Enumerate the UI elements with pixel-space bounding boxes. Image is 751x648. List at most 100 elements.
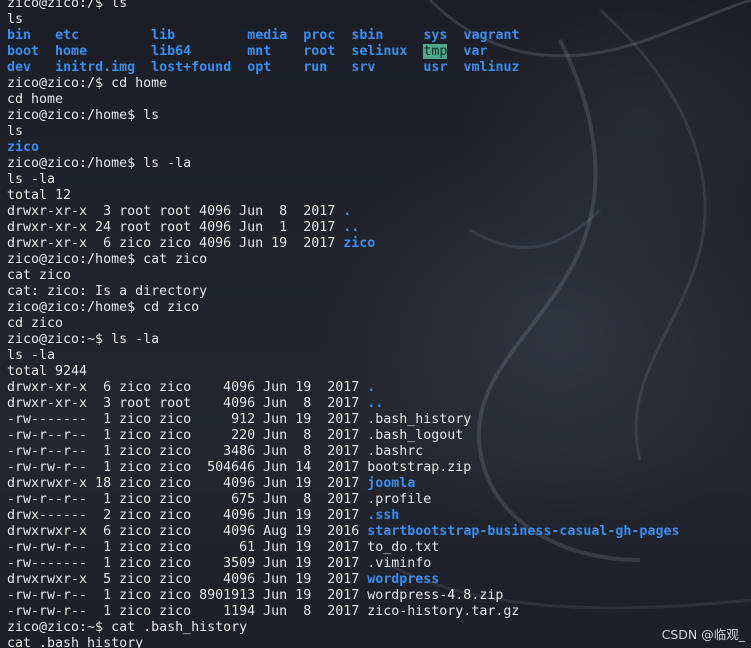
terminal-text: -rw-rw-r-- 1 zico zico 1194 Jun 8 2017 z… xyxy=(7,604,520,619)
terminal-line: bin etc lib media proc sbin sys vagrant xyxy=(7,28,679,44)
terminal-text: drwxr-xr-x 24 root root 4096 Jun 1 2017 xyxy=(7,220,344,235)
directory-entry: lib xyxy=(151,28,176,43)
terminal-line: ls -la xyxy=(7,172,679,188)
directory-entry: vmlinuz xyxy=(463,60,520,75)
terminal-line: -rw-r--r-- 1 zico zico 220 Jun 8 2017 .b… xyxy=(7,428,679,444)
terminal-text: cat: zico: Is a directory xyxy=(7,284,208,299)
directory-entry: selinux xyxy=(351,44,408,59)
terminal-text: -rw-rw-r-- 1 zico zico 8901913 Jun 19 20… xyxy=(7,588,504,603)
directory-entry: run xyxy=(303,60,328,75)
terminal-text: -rw-r--r-- 1 zico zico 675 Jun 8 2017 .p… xyxy=(7,492,432,507)
terminal-line: zico@zico:/home$ ls -la xyxy=(7,156,679,172)
terminal-text: zico@zico:~$ cat .bash_history xyxy=(7,620,248,635)
terminal-text: -rw------- 1 zico zico 3509 Jun 19 2017 … xyxy=(7,556,432,571)
terminal-line: total 9244 xyxy=(7,364,679,380)
directory-entry: srv xyxy=(351,60,376,75)
directory-entry: lost+found xyxy=(151,60,232,75)
terminal-line: cat zico xyxy=(7,268,679,284)
terminal-text: -rw-rw-r-- 1 zico zico 504646 Jun 14 201… xyxy=(7,460,472,475)
terminal-line: -rw-r--r-- 1 zico zico 3486 Jun 8 2017 .… xyxy=(7,444,679,460)
terminal-line: zico@zico:~$ ls -la xyxy=(7,332,679,348)
terminal-window[interactable]: zico@zico:/$ ls ls bin etc lib media proc … xyxy=(0,0,751,648)
terminal-line: drwxrwxr-x 6 zico zico 4096 Aug 19 2016 … xyxy=(7,524,679,540)
terminal-text: -rw-r--r-- 1 zico zico 220 Jun 8 2017 .b… xyxy=(7,428,464,443)
terminal-line: cat .bash_history xyxy=(7,636,679,648)
directory-entry: root xyxy=(303,44,336,59)
terminal-line: drwxrwxr-x 18 zico zico 4096 Jun 19 2017… xyxy=(7,476,679,492)
terminal-line: zico@zico:/$ cd home xyxy=(7,76,679,92)
terminal-text: total 9244 xyxy=(7,364,88,379)
directory-entry: bin xyxy=(7,28,32,43)
terminal-text: ls -la xyxy=(7,348,56,363)
terminal-line: cd home xyxy=(7,92,679,108)
terminal-text: drwxrwxr-x 5 zico zico 4096 Jun 19 2017 xyxy=(7,572,368,587)
directory-entry: joomla xyxy=(367,476,416,491)
terminal-text: cd home xyxy=(7,92,64,107)
terminal-line: -rw-r--r-- 1 zico zico 675 Jun 8 2017 .p… xyxy=(7,492,679,508)
directory-entry: opt xyxy=(247,60,272,75)
terminal-text: cat zico xyxy=(7,268,72,283)
terminal-line: ls xyxy=(7,12,679,28)
terminal-text: drwxrwxr-x 6 zico zico 4096 Aug 19 2016 xyxy=(7,524,368,539)
terminal-line: drwxr-xr-x 3 root root 4096 Jun 8 2017 . xyxy=(7,204,679,220)
terminal-line: drwxrwxr-x 5 zico zico 4096 Jun 19 2017 … xyxy=(7,572,679,588)
directory-entry: usr xyxy=(423,60,448,75)
highlighted-directory-entry: tmp xyxy=(423,44,448,59)
directory-entry: home xyxy=(55,44,88,59)
terminal-text: zico@zico:~$ ls -la xyxy=(7,332,160,347)
directory-entry: zico xyxy=(343,236,376,251)
terminal-text: zico@zico:/$ cd home xyxy=(7,76,168,91)
terminal-text: drwxr-xr-x 6 zico zico 4096 Jun 19 2017 xyxy=(7,380,368,395)
terminal-text: cat .bash_history xyxy=(7,636,144,648)
terminal-line: cat: zico: Is a directory xyxy=(7,284,679,300)
terminal-line: drwxr-xr-x 6 zico zico 4096 Jun 19 2017 … xyxy=(7,236,679,252)
terminal-text: zico@zico:/home$ ls xyxy=(7,108,160,123)
csdn-watermark: CSDN @临观_ xyxy=(661,627,745,642)
terminal-text: zico@zico:/$ ls xyxy=(7,0,128,11)
terminal-text: -rw-r--r-- 1 zico zico 3486 Jun 8 2017 .… xyxy=(7,444,424,459)
terminal-text: drwxr-xr-x 6 zico zico 4096 Jun 19 2017 xyxy=(7,236,344,251)
directory-entry: sys xyxy=(423,28,448,43)
terminal-line: -rw-rw-r-- 1 zico zico 61 Jun 19 2017 to… xyxy=(7,540,679,556)
terminal-line: total 12 xyxy=(7,188,679,204)
directory-entry: lib64 xyxy=(151,44,192,59)
directory-entry: media xyxy=(247,28,288,43)
directory-entry: . xyxy=(343,204,352,219)
directory-entry: dev xyxy=(7,60,32,75)
terminal-line: ls -la xyxy=(7,348,679,364)
terminal-text: drwxr-xr-x 3 root root 4096 Jun 8 2017 xyxy=(7,204,344,219)
directory-entry: etc xyxy=(55,28,80,43)
terminal-text: drwx------ 2 zico zico 4096 Jun 19 2017 xyxy=(7,508,368,523)
directory-entry: .. xyxy=(343,220,360,235)
directory-entry: wordpress xyxy=(367,572,440,587)
terminal-line: zico@zico:/home$ cat zico xyxy=(7,252,679,268)
terminal-line: zico@zico:/home$ cd zico xyxy=(7,300,679,316)
terminal-line: boot home lib64 mnt root selinux tmp var xyxy=(7,44,679,60)
terminal-text: -rw-rw-r-- 1 zico zico 61 Jun 19 2017 to… xyxy=(7,540,440,555)
terminal-line: dev initrd.img lost+found opt run srv us… xyxy=(7,60,679,76)
terminal-text: drwxr-xr-x 3 root root 4096 Jun 8 2017 xyxy=(7,396,368,411)
terminal-line: zico@zico:/home$ ls xyxy=(7,108,679,124)
terminal-text: drwxrwxr-x 18 zico zico 4096 Jun 19 2017 xyxy=(7,476,368,491)
terminal-line: drwxr-xr-x 6 zico zico 4096 Jun 19 2017 … xyxy=(7,380,679,396)
terminal-text: cd zico xyxy=(7,316,64,331)
terminal-text: ls xyxy=(7,12,24,27)
terminal-line: drwx------ 2 zico zico 4096 Jun 19 2017 … xyxy=(7,508,679,524)
directory-entry: sbin xyxy=(351,28,384,43)
